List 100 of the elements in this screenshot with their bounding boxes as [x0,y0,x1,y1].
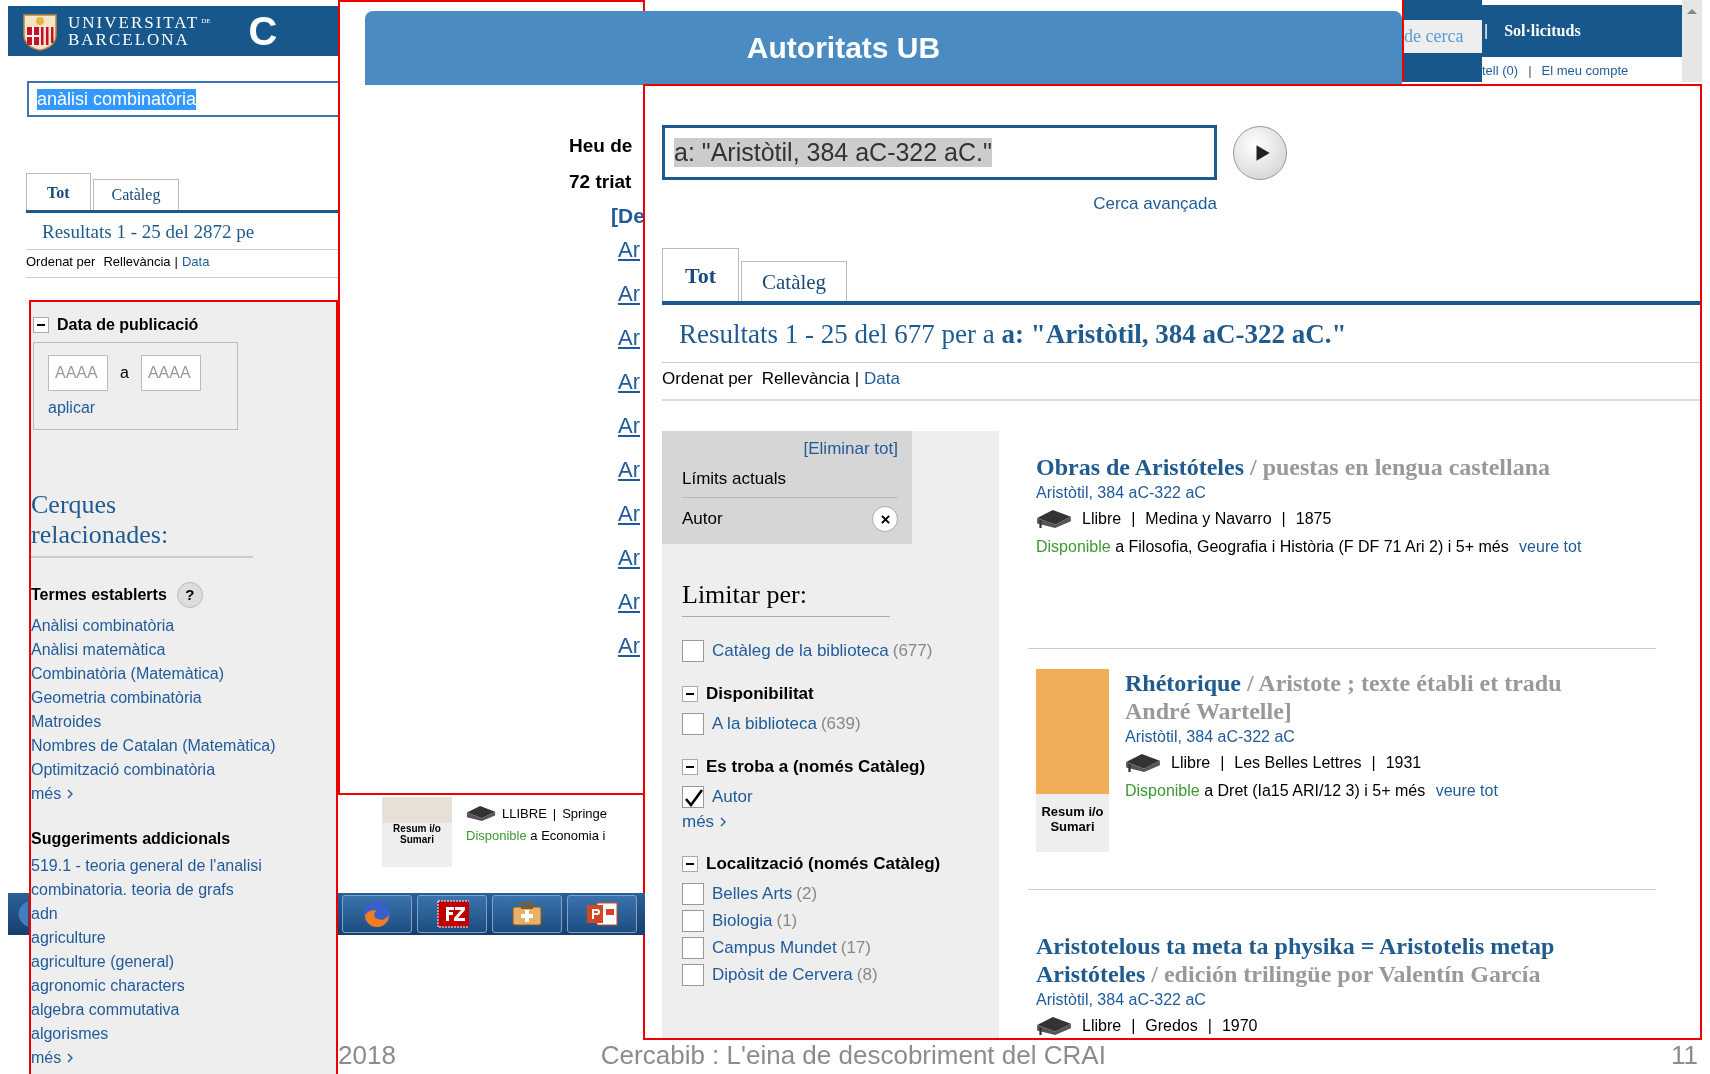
separator-text: | [1484,22,1489,40]
record-meta-text: Gredos [1145,1017,1198,1035]
checkbox[interactable] [682,785,704,808]
author-link[interactable]: Aristòtil, 384 aC-322 aC [1036,484,1582,502]
related-link[interactable]: adn [31,901,336,926]
message-text: Heu de [569,134,634,158]
related-link[interactable]: algorismes [31,1021,336,1046]
authority-link[interactable]: Ar [618,580,643,624]
collapse-icon[interactable] [682,759,698,775]
related-link[interactable]: agriculture (general) [31,949,336,974]
tab[interactable]: Catàleg [92,179,180,210]
facet-option[interactable]: A la biblioteca [712,710,817,737]
authority-link[interactable]: Ar [618,624,643,668]
year-field[interactable]: AAAA [48,355,108,391]
scroll-up-icon[interactable] [1687,8,1697,14]
authority-link[interactable]: Ar [618,404,643,448]
result-title[interactable]: Aristóteles / edición trilingüe por Valentín García [1036,960,1555,988]
result-title[interactable]: Aristotelous ta meta ta physika = Aristotelis metap [1036,932,1555,960]
authority-link[interactable]: Ar [618,536,643,580]
facet-option[interactable]: Catàleg de la biblioteca [712,637,889,664]
more-link[interactable]: més [31,1045,62,1070]
taskbar-button[interactable] [567,895,637,933]
apply-link[interactable]: aplicar [48,399,96,417]
authority-link[interactable]: Ar [618,272,643,316]
see-all-link[interactable]: veure tot [1519,538,1582,555]
advanced-search-link[interactable]: Cerca avançada [1093,194,1217,213]
presentation-app-icon [585,899,619,929]
facet-count: (639) [820,713,861,735]
tab[interactable]: Catàleg [741,261,848,301]
separator-text: | [1528,63,1532,78]
taskbar-button[interactable] [492,895,562,933]
account-link[interactable]: tell (0) [1482,63,1519,78]
tab[interactable]: Tot [26,173,91,210]
requests-menu[interactable]: Sol·licituds [1504,22,1581,40]
account-link[interactable]: El meu compte [1541,63,1629,78]
related-link[interactable]: agriculture [31,925,336,950]
collapse-icon[interactable] [682,686,698,702]
record-meta-text: | [1281,510,1286,528]
slide-date: 2018 [338,1040,396,1071]
collapse-icon[interactable] [33,317,49,333]
search-button[interactable] [1233,125,1287,180]
authority-link[interactable]: Ar [618,316,643,360]
sort-option[interactable]: Rellevància [761,369,850,389]
record-meta-text: | [1220,754,1225,772]
taskbar-button[interactable] [417,895,487,933]
search-field[interactable]: a: "Aristòtil, 384 aC-322 aC." [662,125,1217,180]
location-text: a Dret (Ia15 ARI/12 3) i 5+ més [1204,782,1426,799]
author-link[interactable]: Aristòtil, 384 aC-322 aC [1125,728,1562,746]
sort-option[interactable]: Data [181,254,210,269]
record-meta-text: | [1371,754,1376,772]
related-link[interactable]: Geometria combinatòria [31,685,336,710]
related-link[interactable]: Optimització combinatòria [31,757,336,782]
book-cover-thumbnail[interactable]: Resum i/o Sumari [1036,669,1109,852]
tab[interactable]: Tot [662,248,739,301]
facet-option[interactable]: Dipòsit de Cervera [712,961,853,988]
facet-option[interactable]: Belles Arts [712,880,793,907]
close-button[interactable] [872,506,898,532]
facet-option[interactable]: Biologia [712,907,773,934]
checkbox[interactable] [682,963,704,986]
author-link[interactable]: Aristòtil, 384 aC-322 aC [1036,991,1555,1009]
result-title[interactable]: Rhétorique / Aristote ; texte établi et tradu [1125,669,1562,697]
related-link[interactable]: Anàlisi matemàtica [31,637,336,662]
more-link[interactable]: més [682,810,715,834]
checkbox[interactable] [682,712,704,735]
facet-option[interactable]: Autor [712,783,753,810]
see-all-link[interactable]: veure tot [1435,782,1498,799]
record-meta-text: 1970 [1221,1017,1258,1035]
authority-link[interactable]: Ar [618,360,643,404]
related-link[interactable]: Anàlisi combinatòria [31,613,336,638]
related-link[interactable]: Nombres de Catalan (Matemàtica) [31,733,336,758]
result-title[interactable]: Obras de Aristóteles / puestas en lengua castellana [1036,453,1582,481]
related-link[interactable]: algebra commutativa [31,997,336,1022]
separator-text: | [174,254,178,269]
section-heading: Limitar per: [682,580,890,617]
checkbox[interactable] [682,639,704,662]
sort-option[interactable]: Rellevància [103,254,171,269]
scrollbar[interactable] [1682,0,1702,82]
authority-link[interactable]: Ar [618,492,643,536]
checkbox[interactable] [682,909,704,932]
bracket-link[interactable]: [De [611,204,643,228]
checkbox[interactable] [682,936,704,959]
collapse-icon[interactable] [682,856,698,872]
book-icon [1036,508,1072,530]
related-link[interactable]: Matroides [31,709,336,734]
authority-link[interactable]: Ar [618,448,643,492]
help-button[interactable]: ? [176,581,203,608]
book-cover-thumbnail[interactable]: Resum i/o Sumari [382,797,452,867]
year-field[interactable]: AAAA [140,355,201,391]
checkbox[interactable] [682,882,704,905]
related-link[interactable]: Combinatòria (Matemàtica) [31,661,336,686]
facet-title: Es troba a (només Catàleg) [706,757,926,777]
more-link[interactable]: més [31,781,62,806]
record-meta-text: | [1131,1017,1136,1035]
related-link[interactable]: agronomic characters [31,973,336,998]
sort-option[interactable]: Data [864,369,900,389]
record-meta-text: 1931 [1385,754,1422,772]
group-title: Termes establerts [31,585,167,604]
authority-link[interactable]: Ar [618,228,643,272]
remove-all-link[interactable]: [Eliminar tot] [803,439,898,458]
facet-option[interactable]: Campus Mundet [712,934,837,961]
